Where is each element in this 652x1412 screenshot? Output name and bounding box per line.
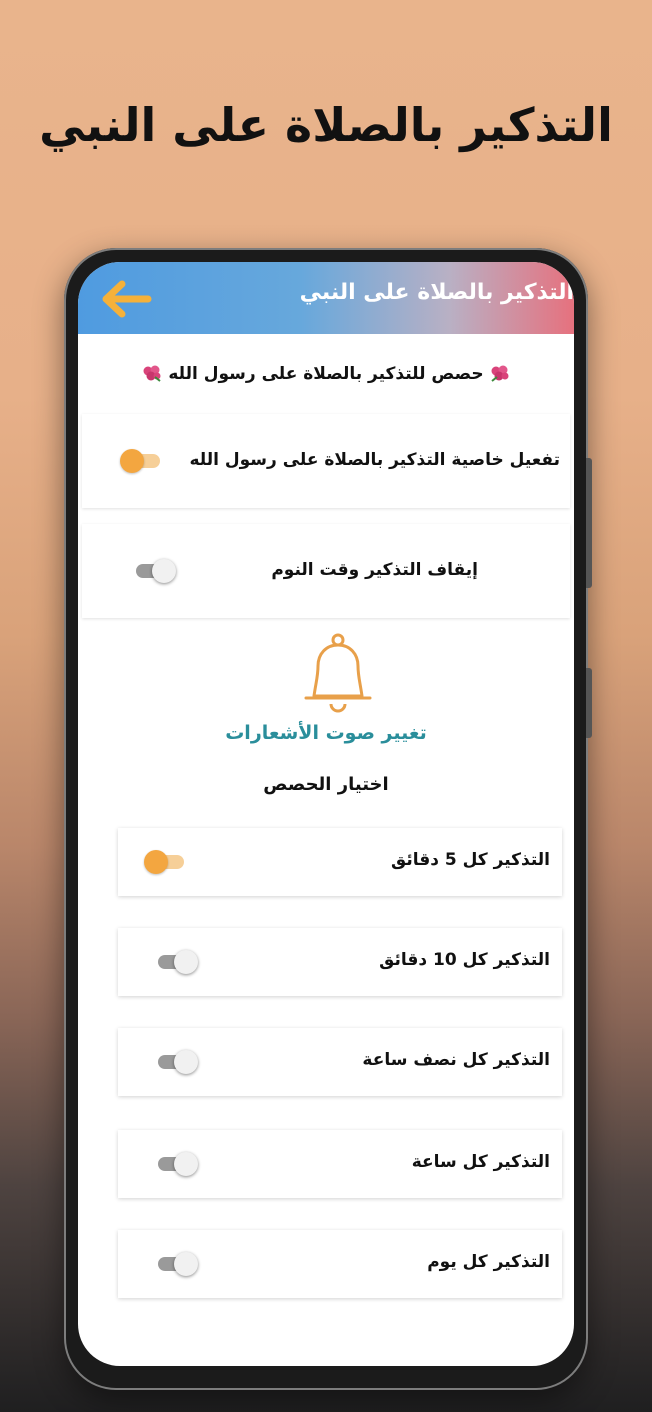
flower-icon [143, 365, 162, 382]
change-sound-link[interactable]: تغيير صوت الأشعارات [78, 722, 574, 744]
sleep-toggle[interactable] [132, 559, 176, 583]
interval-toggle[interactable] [154, 950, 198, 974]
activate-toggle[interactable] [120, 449, 164, 473]
interval-toggle[interactable] [154, 1050, 198, 1074]
interval-row-10min[interactable]: التذكير كل 10 دقائق [118, 928, 562, 996]
app-bar-title: التذكير بالصلاة على النبي [299, 280, 574, 305]
interval-label: التذكير كل 10 دقائق [379, 950, 550, 970]
bell-icon[interactable] [298, 630, 378, 720]
setting-row-activate[interactable]: تفعيل خاصية التذكير بالصلاة على رسول الل… [82, 414, 570, 508]
phone-side-button [586, 458, 592, 588]
app-screen: التذكير بالصلاة على النبي حصص للتذكير با… [78, 262, 574, 1366]
interval-toggle[interactable] [154, 1152, 198, 1176]
interval-toggle[interactable] [154, 1252, 198, 1276]
app-bar: التذكير بالصلاة على النبي [78, 262, 574, 334]
interval-label: التذكير كل نصف ساعة [362, 1050, 550, 1070]
interval-row-day[interactable]: التذكير كل يوم [118, 1230, 562, 1298]
header-line: حصص للتذكير بالصلاة على رسول الله [78, 364, 574, 384]
setting-row-sleep[interactable]: إيقاف التذكير وقت النوم [82, 524, 570, 618]
interval-row-half-hour[interactable]: التذكير كل نصف ساعة [118, 1028, 562, 1096]
setting-label: إيقاف التذكير وقت النوم [271, 560, 478, 580]
arrow-left-icon[interactable] [100, 280, 152, 318]
promo-title: التذكير بالصلاة على النبي [39, 98, 613, 152]
phone-side-button [586, 668, 592, 738]
interval-row-5min[interactable]: التذكير كل 5 دقائق [118, 828, 562, 896]
header-text: حصص للتذكير بالصلاة على رسول الله [168, 364, 484, 384]
interval-label: التذكير كل يوم [427, 1252, 550, 1272]
interval-label: التذكير كل ساعة [411, 1152, 550, 1172]
setting-label: تفعيل خاصية التذكير بالصلاة على رسول الل… [189, 450, 561, 470]
interval-row-hour[interactable]: التذكير كل ساعة [118, 1130, 562, 1198]
flower-icon [490, 365, 509, 382]
section-title: اختيار الحصص [263, 774, 389, 795]
phone-frame: التذكير بالصلاة على النبي حصص للتذكير با… [64, 248, 592, 1390]
interval-label: التذكير كل 5 دقائق [391, 850, 550, 870]
interval-toggle[interactable] [144, 850, 188, 874]
